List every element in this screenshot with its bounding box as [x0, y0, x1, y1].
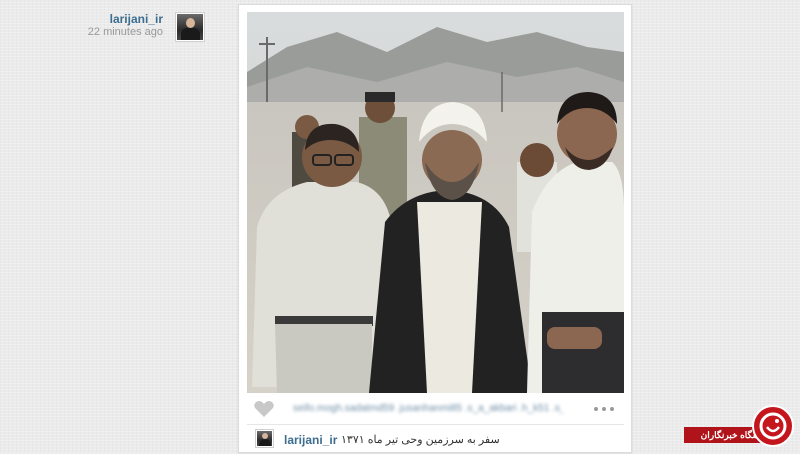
avatar-image: [177, 14, 203, 40]
photo-illustration: [247, 12, 624, 393]
caption-text: سفر به سرزمین وحی تیر ماه ۱۳۷۱: [341, 434, 500, 446]
avatar-image: [257, 431, 272, 446]
caption-row: larijani_ir سفر به سرزمین وحی تیر ماه ۱۳…: [247, 427, 624, 454]
author-info: larijani_ir 22 minutes ago: [60, 12, 205, 42]
post-photo[interactable]: [247, 12, 624, 393]
caption-username[interactable]: larijani_ir: [284, 433, 337, 447]
watermark-logo: [752, 405, 794, 447]
author-username[interactable]: larijani_ir: [110, 12, 163, 26]
post-card: seifo.mogh.sadatmd59 .jusanhanmi85 .s_a_…: [238, 4, 632, 453]
more-options-button[interactable]: [592, 401, 616, 417]
author-avatar[interactable]: [175, 12, 205, 42]
watermark-logo-icon: [759, 412, 787, 440]
watermark: باشگاه خبرنگاران: [684, 405, 800, 453]
heart-icon: [254, 401, 274, 417]
post-actions-bar: seifo.mogh.sadatmd59 .jusanhanmi85 .s_a_…: [247, 393, 624, 425]
post-timestamp: 22 minutes ago: [87, 26, 163, 38]
likes-list[interactable]: seifo.mogh.sadatmd59 .jusanhanmi85 .s_a_…: [293, 403, 563, 415]
caption-avatar[interactable]: [255, 429, 274, 448]
more-options-icon: [594, 407, 614, 411]
like-button[interactable]: [253, 399, 275, 419]
